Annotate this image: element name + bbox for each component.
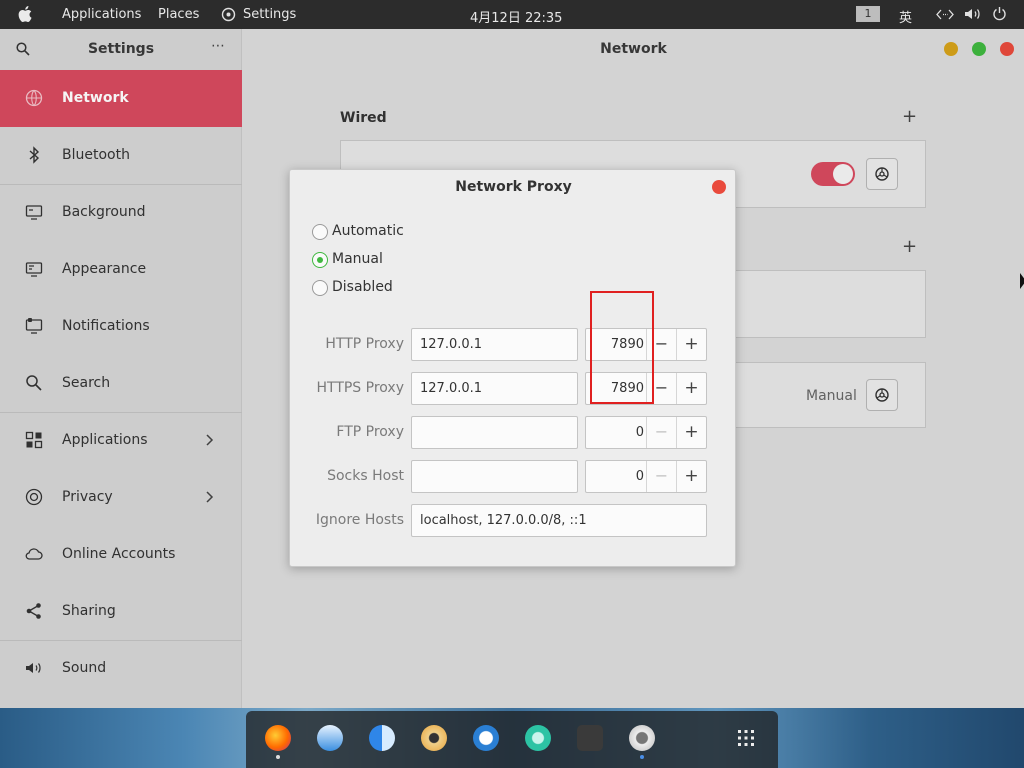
running-indicator: [640, 755, 644, 759]
power-icon[interactable]: [992, 6, 1007, 21]
applications-menu[interactable]: Applications: [62, 7, 141, 22]
increment-button[interactable]: +: [676, 329, 706, 360]
https-proxy-label: HTTPS Proxy: [316, 380, 404, 396]
ftp-proxy-host-input[interactable]: [411, 416, 578, 449]
port-value[interactable]: 0: [586, 425, 644, 440]
workspace-indicator[interactable]: 1: [856, 6, 880, 22]
increment-button[interactable]: +: [676, 417, 706, 448]
network-wired-icon[interactable]: [936, 9, 954, 20]
firefox-icon[interactable]: [265, 725, 291, 751]
settings-app-menu[interactable]: Settings: [243, 7, 296, 22]
top-bar: Applications Places Settings 4月12日 22:35…: [0, 0, 1024, 29]
app-grid-icon[interactable]: [733, 725, 759, 751]
settings-icon[interactable]: [629, 725, 655, 751]
mouse-cursor-icon: [1020, 273, 1024, 289]
volume-icon[interactable]: [964, 7, 982, 21]
increment-button[interactable]: +: [676, 373, 706, 404]
input-method-indicator[interactable]: 英: [899, 7, 912, 26]
clock[interactable]: 4月12日 22:35: [470, 7, 562, 26]
socks-host-input[interactable]: [411, 460, 578, 493]
finder-icon[interactable]: [369, 725, 395, 751]
ftp-proxy-label: FTP Proxy: [336, 424, 404, 440]
radio-button[interactable]: [312, 280, 328, 296]
media-player-icon[interactable]: [421, 725, 447, 751]
terminal-icon[interactable]: [577, 725, 603, 751]
port-value[interactable]: 0: [586, 469, 644, 484]
radio-label: Disabled: [332, 279, 393, 295]
ftp-proxy-port-spinner[interactable]: 0 − +: [585, 416, 707, 449]
increment-button[interactable]: +: [676, 461, 706, 492]
network-app-icon[interactable]: [525, 725, 551, 751]
http-proxy-label: HTTP Proxy: [325, 336, 404, 352]
https-proxy-host-input[interactable]: 127.0.0.1: [411, 372, 578, 405]
ignore-hosts-input[interactable]: localhost, 127.0.0.0/8, ::1: [411, 504, 707, 537]
apple-logo-icon[interactable]: [18, 5, 34, 23]
places-menu[interactable]: Places: [158, 7, 199, 22]
ignore-hosts-label: Ignore Hosts: [315, 512, 404, 528]
document-viewer-icon[interactable]: [473, 725, 499, 751]
socks-host-label: Socks Host: [327, 468, 404, 484]
decrement-button[interactable]: −: [646, 417, 676, 448]
radio-button[interactable]: [312, 252, 328, 268]
dialog-close-button[interactable]: [712, 180, 726, 194]
dock: [246, 711, 778, 768]
radio-label: Manual: [332, 251, 383, 267]
radio-label: Automatic: [332, 223, 404, 239]
dialog-title: Network Proxy: [455, 179, 572, 195]
radio-button[interactable]: [312, 224, 328, 240]
mail-icon[interactable]: [317, 725, 343, 751]
running-indicator: [276, 755, 280, 759]
settings-app-icon: [221, 7, 236, 22]
socks-port-spinner[interactable]: 0 − +: [585, 460, 707, 493]
network-proxy-dialog: Network Proxy Automatic Manual Disabled …: [289, 169, 736, 567]
decrement-button[interactable]: −: [646, 461, 676, 492]
annotation-highlight-box: [590, 291, 654, 404]
http-proxy-host-input[interactable]: 127.0.0.1: [411, 328, 578, 361]
